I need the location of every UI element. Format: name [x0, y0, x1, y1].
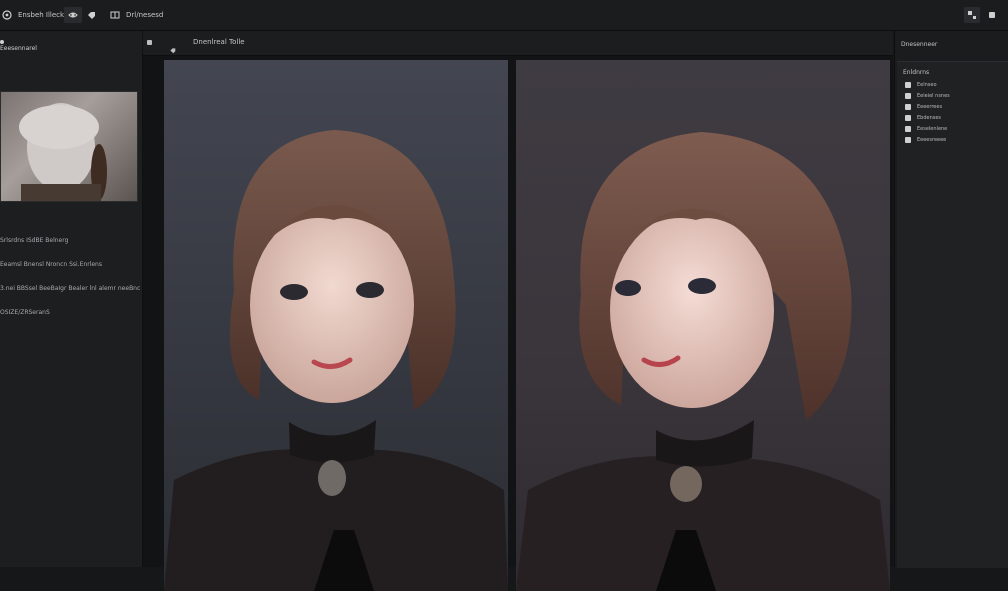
property-label: Eeieiel nsnes: [917, 93, 950, 99]
property-label: Eeeesreeee: [917, 137, 947, 143]
view-toggle-button[interactable]: [64, 7, 82, 23]
layout-icon: [968, 11, 976, 19]
image-pane-left[interactable]: [164, 60, 508, 591]
layout-button[interactable]: [964, 7, 980, 23]
item-icon: [905, 93, 911, 99]
metadata-line: 3.nei BBSsel BeeBaIgr Bealer lnl alemr n…: [0, 285, 141, 292]
right-panel: Dnesenneer Enldnrns Eelnseo Eeieiel nsne…: [894, 31, 1008, 568]
property-item[interactable]: Eeeesreeee: [905, 137, 946, 143]
top-bar: Ensbeh Illeckd Drl/nesesd: [0, 0, 1008, 31]
image-metadata: Srlsrdns ISdBE Belnerg Eeamsl Bnensl Nro…: [0, 221, 140, 333]
property-label: Eeselenlene: [917, 126, 948, 132]
image-pane-right[interactable]: [516, 60, 890, 591]
property-item[interactable]: Ebdenses: [905, 115, 941, 121]
view-menu-button[interactable]: Drl/nesesd: [110, 7, 163, 23]
property-label: Ebdenses: [917, 115, 942, 121]
app-label: Ensbeh Illeckd: [18, 11, 69, 19]
properties-title: Enldnrns: [903, 69, 930, 76]
square-icon: [989, 12, 995, 18]
view-label: Drl/nesesd: [126, 11, 164, 19]
thumbnail-image: [19, 103, 107, 201]
metadata-line: Srlsrdns ISdBE Belnerg: [0, 237, 69, 244]
item-icon: [905, 104, 911, 110]
item-icon: [905, 137, 911, 143]
app-icon: [2, 10, 12, 20]
property-label: Eelnseo: [917, 82, 937, 88]
tag-icon: [88, 12, 95, 19]
window-icon: [110, 11, 120, 19]
properties-panel: Enldnrns Eelnseo Eeieiel nsnes Eeeerrees…: [897, 61, 1008, 568]
metadata-line: OSIZE/ZRSeranS: [0, 309, 50, 316]
status-dot: [0, 40, 4, 44]
property-item[interactable]: Eeselenlene: [905, 126, 947, 132]
property-item[interactable]: Eeeerrees: [905, 104, 942, 110]
item-icon: [905, 126, 911, 132]
portrait-image-right: [516, 132, 890, 591]
settings-button[interactable]: [985, 7, 999, 23]
main-canvas: Dnenlreal Tolle: [143, 31, 893, 591]
canvas-toolbar: Dnenlreal Tolle: [143, 31, 893, 56]
item-icon: [905, 115, 911, 121]
right-panel-header: Dnesenneer: [901, 41, 938, 48]
property-label: Eeeerrees: [917, 104, 943, 110]
tag-icon[interactable]: [169, 39, 176, 54]
image-thumbnail[interactable]: [0, 91, 138, 202]
left-panel-header: Eeesennarel: [0, 45, 37, 52]
grid-icon[interactable]: [147, 40, 152, 45]
left-panel: Eeesennarel Srlsrdns ISdBE Belnerg Eeams…: [0, 31, 143, 567]
metadata-line: Eeamsl Bnensl Nroncn Ssi.Enrlens: [0, 261, 102, 268]
property-item[interactable]: Eeieiel nsnes: [905, 93, 950, 99]
tag-button[interactable]: [86, 7, 98, 23]
property-item[interactable]: Eelnseo: [905, 82, 937, 88]
portrait-image-left: [164, 130, 508, 591]
app-menu-button[interactable]: Ensbeh Illeckd: [2, 7, 69, 23]
item-icon: [905, 82, 911, 88]
canvas-title: Dnenlreal Tolle: [193, 38, 245, 46]
eye-icon: [68, 12, 78, 18]
